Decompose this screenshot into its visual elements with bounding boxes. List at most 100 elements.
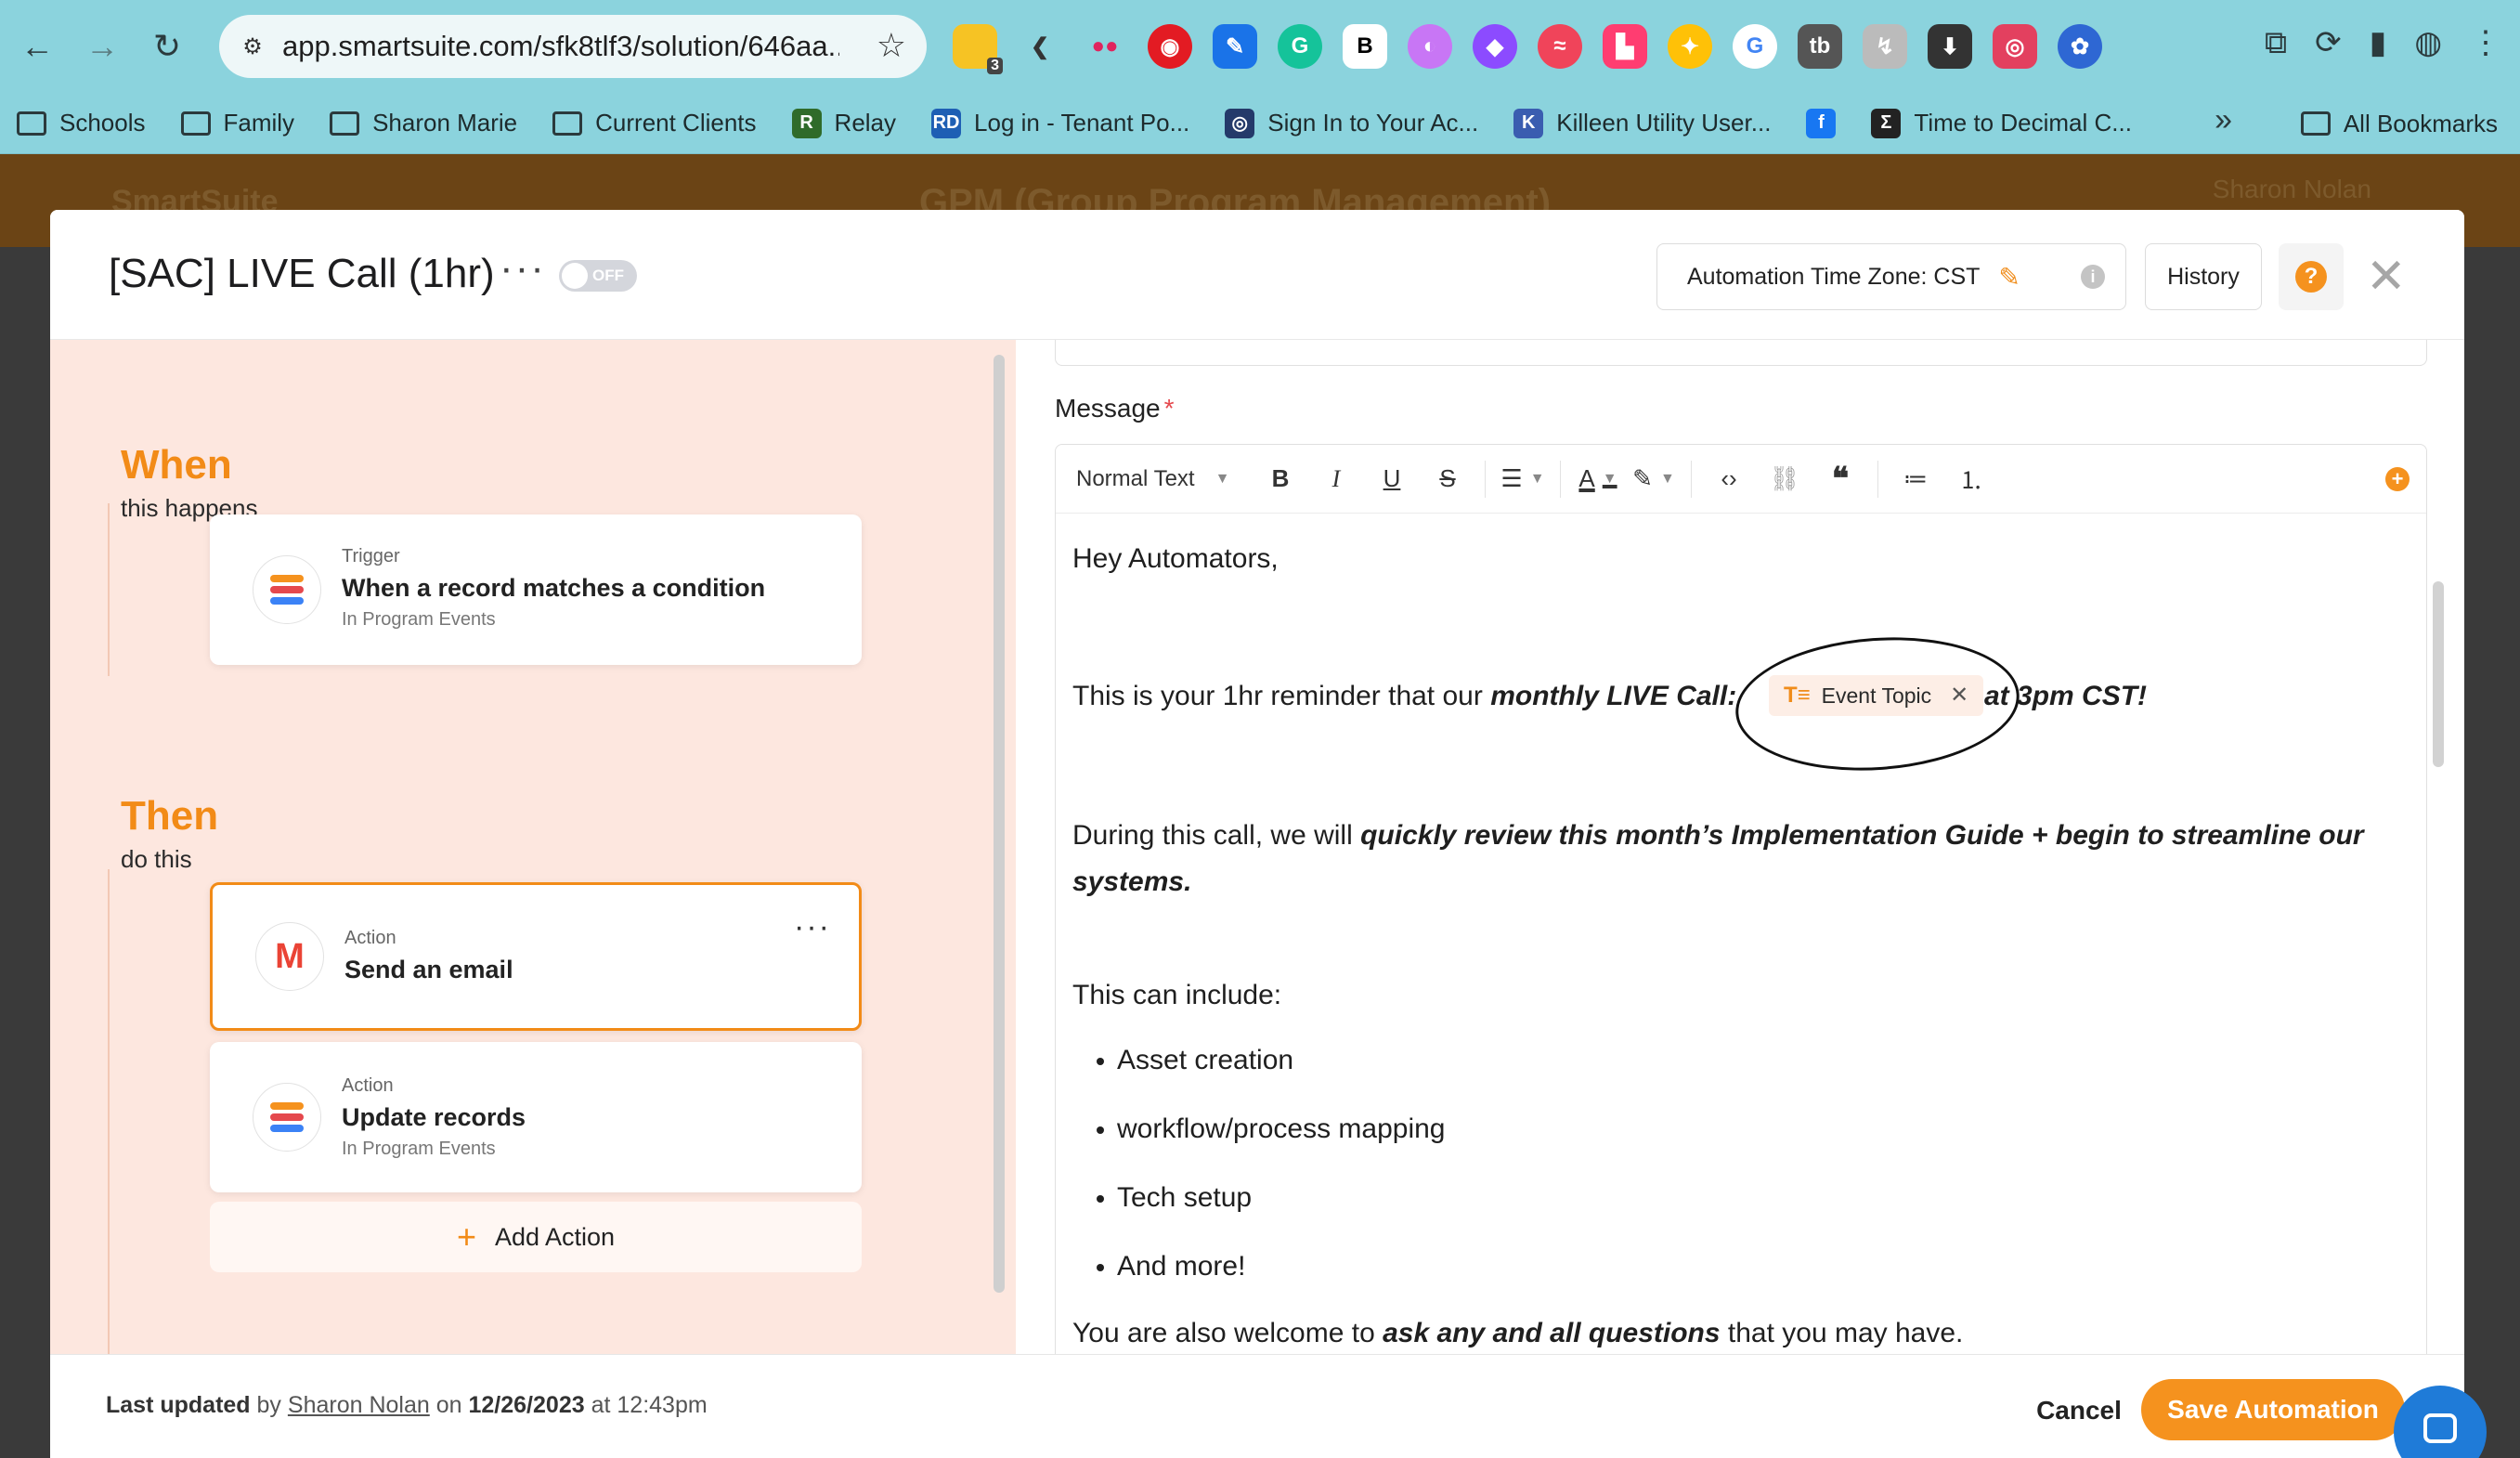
reminder-line: This is your 1hr reminder that our month… bbox=[1072, 675, 1736, 718]
sidepanel-icon[interactable]: ▮ bbox=[2370, 24, 2387, 61]
underline-icon[interactable]: U bbox=[1364, 445, 1420, 514]
site-favicon-icon: Σ bbox=[1871, 108, 1902, 138]
extension-icon[interactable]: ✎ bbox=[1213, 24, 1257, 69]
extension-icon[interactable]: ▙ bbox=[1603, 24, 1647, 69]
bullet-list-icon[interactable]: ≔ bbox=[1888, 445, 1943, 514]
text-color-icon[interactable]: A ▼ bbox=[1570, 445, 1626, 514]
add-action-button[interactable]: + Add Action bbox=[210, 1202, 862, 1272]
site-favicon-icon: R bbox=[791, 108, 822, 138]
help-icon: ? bbox=[2295, 261, 2327, 293]
action-card-send-email[interactable]: M Action Send an email ··· bbox=[210, 882, 862, 1031]
list-item: And more! bbox=[1096, 1245, 1445, 1314]
extension-icon[interactable]: ❮ bbox=[1018, 24, 1062, 69]
help-button[interactable]: ? bbox=[2279, 243, 2344, 310]
puzzle-icon[interactable]: ⧉ bbox=[2265, 25, 2287, 61]
text-style-select[interactable]: Normal Text ▼ bbox=[1076, 445, 1253, 514]
save-automation-button[interactable]: Save Automation bbox=[2141, 1379, 2405, 1440]
profile-avatar[interactable]: ◍ bbox=[2414, 24, 2442, 61]
close-icon[interactable]: ✕ bbox=[2366, 249, 2407, 305]
strikethrough-icon[interactable]: S bbox=[1420, 445, 1475, 514]
timezone-button[interactable]: Automation Time Zone: CST ✎ i bbox=[1656, 243, 2126, 310]
editor-scrollbar[interactable] bbox=[2433, 581, 2444, 767]
message-editor[interactable]: Normal Text ▼ B I U S ☰ ▼ A ▼ ✎ ▼ ‹› ⛓ ❝ ≔ ⒈… bbox=[1055, 444, 2427, 1354]
google-icon[interactable]: G bbox=[1733, 24, 1777, 69]
action-kind: Action bbox=[342, 1075, 394, 1096]
previous-field[interactable] bbox=[1055, 340, 2427, 366]
extension-icon[interactable]: ≈ bbox=[1538, 24, 1582, 69]
trigger-card[interactable]: Trigger When a record matches a conditio… bbox=[210, 514, 862, 665]
hand-drawn-circle-annotation bbox=[1731, 628, 2024, 780]
reload-icon[interactable]: ↻ bbox=[141, 20, 193, 72]
site-settings-icon[interactable]: ⚙ bbox=[232, 26, 273, 67]
reminder-text: This is your 1hr reminder that our bbox=[1072, 681, 1491, 711]
automation-title[interactable]: [SAC] LIVE Call (1hr) bbox=[109, 251, 495, 297]
highlight-icon[interactable]: ✎ ▼ bbox=[1626, 445, 1682, 514]
bookmarks-overflow-icon[interactable]: » bbox=[2215, 102, 2232, 138]
back-icon[interactable]: ← bbox=[11, 20, 63, 72]
modal-header: [SAC] LIVE Call (1hr) ··· OFF Automation… bbox=[50, 210, 2464, 340]
bold-icon[interactable]: B bbox=[1253, 445, 1308, 514]
extension-icon[interactable]: ◎ bbox=[1993, 24, 2037, 69]
then-title: Then bbox=[121, 793, 219, 839]
bookmark-item[interactable]: Sharon Marie bbox=[330, 109, 517, 137]
extension-icon[interactable]: ◆ bbox=[1473, 24, 1517, 69]
welcome-bold: ask any and all questions bbox=[1383, 1318, 1721, 1348]
when-title: When bbox=[121, 442, 232, 488]
extension-icon[interactable]: ◉ bbox=[1148, 24, 1192, 69]
chat-icon bbox=[2423, 1413, 2457, 1443]
bookmark-item[interactable]: Current Clients bbox=[552, 109, 757, 137]
extension-icon[interactable]: ●● bbox=[1083, 24, 1127, 69]
toolbar-divider bbox=[1485, 460, 1486, 498]
forward-icon[interactable]: → bbox=[76, 20, 128, 72]
bookmark-item[interactable]: ◎ Sign In to Your Ac... bbox=[1225, 108, 1478, 138]
all-bookmarks[interactable]: All Bookmarks bbox=[2300, 93, 2498, 154]
timezone-label: Automation Time Zone: CST bbox=[1687, 263, 1981, 290]
welcome-text: You are also welcome to bbox=[1072, 1318, 1383, 1348]
list-item: Asset creation bbox=[1096, 1039, 1445, 1108]
bookmark-star-icon[interactable]: ☆ bbox=[877, 26, 906, 65]
extension-icon[interactable]: ✦ bbox=[1668, 24, 1712, 69]
extension-icon[interactable]: ↯ bbox=[1863, 24, 1907, 69]
download-icon[interactable]: ⬇ bbox=[1928, 24, 1972, 69]
align-icon[interactable]: ☰ ▼ bbox=[1495, 445, 1551, 514]
extension-icon[interactable]: 3 bbox=[953, 24, 1003, 74]
action-more-icon[interactable]: ··· bbox=[794, 909, 831, 945]
text-style-value: Normal Text bbox=[1076, 465, 1195, 491]
bookmark-item[interactable]: Σ Time to Decimal C... bbox=[1871, 108, 2132, 138]
folder-icon bbox=[180, 111, 211, 136]
all-bookmarks-label: All Bookmarks bbox=[2343, 109, 2498, 137]
bookmark-item[interactable]: Family bbox=[180, 109, 294, 137]
link-icon[interactable]: ⛓ bbox=[1757, 445, 1812, 514]
menu-dots-icon[interactable]: ⋮ bbox=[2470, 24, 2501, 61]
code-icon[interactable]: ‹› bbox=[1701, 445, 1757, 514]
cancel-button[interactable]: Cancel bbox=[2009, 1383, 2149, 1438]
bookmark-item[interactable]: K Killeen Utility User... bbox=[1513, 108, 1771, 138]
browser-right-tools: ⧉ ⟳ ▮ ◍ ⋮ bbox=[2265, 24, 2501, 61]
insert-field-icon[interactable]: + bbox=[2385, 467, 2410, 491]
more-options-icon[interactable]: ··· bbox=[500, 245, 546, 292]
updated-by-user-link[interactable]: Sharon Nolan bbox=[288, 1392, 430, 1418]
italic-icon[interactable]: I bbox=[1308, 445, 1364, 514]
flow-connector bbox=[108, 503, 110, 676]
automation-toggle[interactable]: OFF bbox=[559, 260, 637, 292]
action-card-update-records[interactable]: Action Update records In Program Events bbox=[210, 1042, 862, 1192]
address-bar[interactable]: ⚙ app.smartsuite.com/sfk8tlf3/solution/6… bbox=[219, 15, 927, 78]
bookmark-item[interactable]: RD Log in - Tenant Po... bbox=[931, 108, 1189, 138]
editor-toolbar: Normal Text ▼ B I U S ☰ ▼ A ▼ ✎ ▼ ‹› ⛓ ❝ ≔ ⒈… bbox=[1056, 445, 2426, 514]
history-button[interactable]: History bbox=[2145, 243, 2262, 310]
extension-icon[interactable]: ✿ bbox=[2058, 24, 2102, 69]
bookmark-item[interactable]: f bbox=[1806, 108, 1837, 138]
quote-icon[interactable]: ❝ bbox=[1812, 445, 1868, 514]
numbered-list-icon[interactable]: ⒈ bbox=[1943, 445, 1999, 514]
chevron-down-icon: ▼ bbox=[1215, 470, 1230, 487]
info-icon[interactable]: i bbox=[2081, 265, 2105, 289]
add-action-label: Add Action bbox=[494, 1222, 616, 1251]
extension-icon[interactable]: B bbox=[1343, 24, 1387, 69]
bookmark-item[interactable]: Schools bbox=[17, 109, 146, 137]
sync-icon[interactable]: ⟳ bbox=[2315, 24, 2342, 61]
extension-icon[interactable]: tb bbox=[1798, 24, 1842, 69]
bookmark-item[interactable]: R Relay bbox=[791, 108, 896, 138]
extension-icon[interactable]: G bbox=[1278, 24, 1322, 69]
flow-scrollbar[interactable] bbox=[994, 355, 1005, 1293]
extension-icon[interactable]: ◐ bbox=[1408, 24, 1452, 69]
